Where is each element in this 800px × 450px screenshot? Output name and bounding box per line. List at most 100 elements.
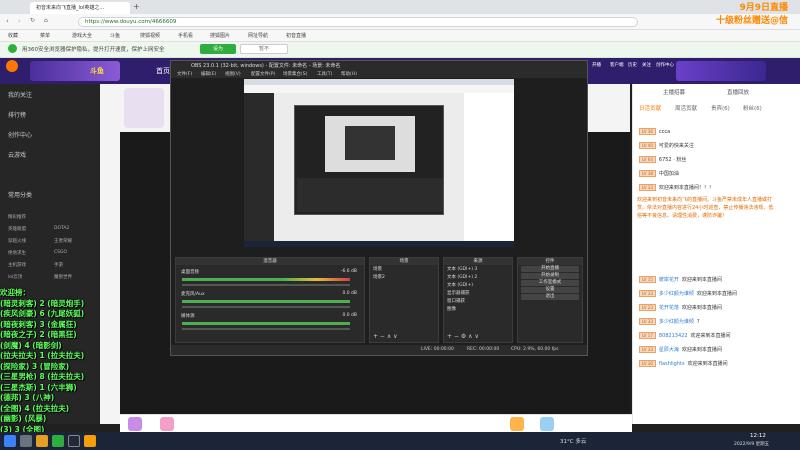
start-streaming-button[interactable]: 开始直播 [521, 266, 579, 272]
settings-button[interactable]: 设置 [521, 287, 579, 293]
chat-tab-vip[interactable]: 贵宾(6) [711, 104, 730, 112]
source-item[interactable]: 显示器捕获 [444, 289, 512, 297]
weather-widget[interactable]: 31°C 多云 [560, 437, 586, 445]
category-link[interactable]: 魔兽世界 [54, 274, 72, 280]
chat-username[interactable]: 多少红颜为谁倾 [659, 319, 694, 325]
studio-mode-button[interactable]: 工作室模式 [521, 280, 579, 286]
bookmark-item[interactable]: 斗鱼 [110, 32, 120, 39]
category-link[interactable]: 王者荣耀 [54, 238, 72, 244]
chat-username[interactable]: 花开花落 [659, 305, 679, 311]
header-client[interactable]: 客户端 [610, 62, 624, 68]
gift-icon[interactable] [540, 417, 554, 431]
url-input[interactable]: https://www.douyu.com/4666609 [78, 17, 638, 27]
bookmark-item[interactable]: 手机看 [178, 32, 193, 39]
browser-tab-active[interactable]: 初音未来向飞直播_lol英雄之... [30, 2, 130, 14]
obs-menu-profile[interactable]: 配置文件(P) [251, 71, 275, 77]
clock-date[interactable]: 2022/9/9 星期五 [734, 441, 769, 447]
obs-preview[interactable] [244, 79, 514, 247]
chat-tab-weekly[interactable]: 周活贡献 [675, 104, 697, 112]
mixer-track-db: 0.0 dB [342, 291, 357, 296]
start-icon[interactable] [4, 435, 16, 447]
category-link[interactable]: lol云顶 [8, 274, 22, 280]
explorer-icon[interactable] [36, 435, 48, 447]
scene-item[interactable]: 场景 [370, 265, 438, 273]
obs-menu-scenes[interactable]: 场景集合(S) [283, 71, 307, 77]
obs-menu-tools[interactable]: 工具(T) [317, 71, 332, 77]
obs-menu-edit[interactable]: 编辑(E) [201, 71, 216, 77]
source-add-icon[interactable]: + − ⚙ ∧ ∨ [447, 333, 479, 340]
chat-tab-fans[interactable]: 粉丝(6) [743, 104, 762, 112]
scene-add-icon[interactable]: + − ∧ ∨ [373, 333, 398, 340]
chat-text: 欢迎来到本直播间 [687, 361, 728, 367]
start-recording-button[interactable]: 开始录制 [521, 273, 579, 279]
chat-message: LV 15 彼岸花开 欢迎来到本直播间 [639, 276, 789, 285]
streamer-avatar[interactable] [124, 88, 164, 128]
source-item[interactable]: 图像 [444, 305, 512, 313]
category-link[interactable]: 主机游戏 [8, 262, 26, 268]
bookmark-item[interactable]: 菜单 [40, 32, 50, 39]
obs-menu-file[interactable]: 文件(F) [177, 71, 192, 77]
chat-head-tab[interactable]: 主播招募 [663, 88, 685, 96]
scene-item[interactable]: 场景2 [370, 273, 438, 281]
source-item[interactable]: 文本 (GDI+) [444, 281, 512, 289]
bookmark-item[interactable]: 搜狐图片 [210, 32, 230, 39]
chat-username[interactable]: 彼岸花开 [659, 277, 679, 283]
source-item[interactable]: 窗口捕获 [444, 297, 512, 305]
gift-icon[interactable] [128, 417, 142, 431]
mixer-volume-slider[interactable] [182, 328, 350, 330]
search-icon[interactable] [20, 435, 32, 447]
header-creator[interactable]: 创作中心 [656, 62, 674, 68]
category-link[interactable]: 手游 [54, 262, 63, 268]
bookmark-item[interactable]: 搜狐视频 [140, 32, 160, 39]
security-set-button[interactable]: 设为 [200, 44, 236, 54]
back-icon[interactable]: ‹ [6, 17, 9, 25]
gift-icon[interactable] [510, 417, 524, 431]
chat-username[interactable]: 多少红颜为谁倾 [659, 291, 694, 297]
bookmark-item[interactable]: 初音直播 [286, 32, 306, 39]
gift-icon[interactable] [160, 417, 174, 431]
sidenav-item-cloudgame[interactable]: 云游戏 [8, 150, 26, 159]
header-follow[interactable]: 关注 [642, 62, 651, 68]
sidenav-item-follow[interactable]: 我的关注 [8, 90, 32, 99]
home-icon[interactable]: ⌂ [44, 17, 48, 24]
chat-username[interactable]: flashlights [659, 361, 685, 367]
mixer-volume-slider[interactable] [182, 306, 350, 308]
header-history[interactable]: 历史 [628, 62, 637, 68]
bookmark-item[interactable]: 游戏大全 [72, 32, 92, 39]
nav-home[interactable]: 首页 [156, 66, 170, 76]
chat-tab-daily[interactable]: 日活贡献 [639, 104, 661, 112]
chat-head-tab[interactable]: 直播回放 [727, 88, 749, 96]
logo-icon[interactable] [6, 60, 18, 72]
obs-menu-help[interactable]: 帮助(H) [341, 71, 357, 77]
source-item[interactable]: 文本 (GDI+) 2 [444, 273, 512, 281]
obs-icon[interactable] [68, 435, 80, 447]
room-notice: 欢迎来到初音未来向飞的直播间。斗鱼严禁未成年人直播或打赏。依法对直播内容进行24… [637, 197, 774, 219]
mixer-volume-slider[interactable] [182, 284, 350, 286]
chat-username[interactable]: 星辰大海 [659, 347, 679, 353]
new-tab-button[interactable]: + [133, 2, 140, 11]
category-link[interactable]: 英雄联盟 [8, 226, 26, 232]
sidenav-item-creator[interactable]: 创作中心 [8, 130, 32, 139]
obs-menu-view[interactable]: 视图(V) [225, 71, 241, 77]
header-open-live[interactable]: 开播 [592, 62, 601, 68]
category-link[interactable]: CSGO [54, 250, 67, 255]
app-icon[interactable] [84, 435, 96, 447]
promo-line-1: 9月9日直播 [739, 3, 788, 13]
category-link[interactable]: DOTA2 [54, 226, 69, 231]
category-link[interactable]: 穿越火线 [8, 238, 26, 244]
clock-time[interactable]: 12:12 [750, 433, 766, 439]
refresh-icon[interactable]: ↻ [30, 17, 35, 24]
bookmark-item[interactable]: 网址导航 [248, 32, 268, 39]
category-link[interactable]: 绝地求生 [8, 250, 26, 256]
bookmark-item[interactable]: 收藏 [8, 32, 18, 39]
sidenav-item-rank[interactable]: 排行榜 [8, 110, 26, 119]
shield-icon [8, 44, 17, 53]
sidenav-item-common[interactable]: 常用分类 [8, 190, 32, 199]
chat-username[interactable]: 808213422 [659, 333, 688, 339]
browser-icon[interactable] [52, 435, 64, 447]
security-dismiss-button[interactable]: 暂不 [240, 44, 288, 54]
source-item[interactable]: 文本 (GDI+) 3 [444, 265, 512, 273]
forward-icon[interactable]: › [18, 17, 21, 25]
level-badge: LV 30 [639, 360, 656, 367]
exit-button[interactable]: 退出 [521, 294, 579, 300]
